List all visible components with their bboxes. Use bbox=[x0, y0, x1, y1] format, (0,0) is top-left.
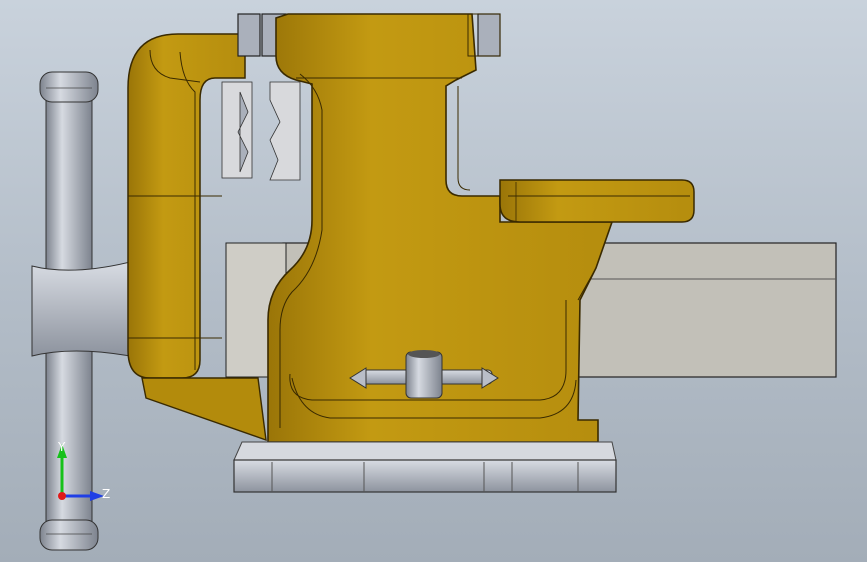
graphics-viewport[interactable]: Y Z bbox=[0, 0, 867, 562]
anvil[interactable] bbox=[499, 179, 695, 223]
x-axis-dot bbox=[58, 492, 66, 500]
sliding-jaw[interactable] bbox=[127, 33, 267, 442]
triad-y-label: Y bbox=[58, 440, 66, 454]
triad-z-label: Z bbox=[102, 487, 111, 501]
t-handle[interactable] bbox=[31, 71, 131, 551]
vise-model[interactable] bbox=[0, 0, 867, 562]
swivel-base[interactable] bbox=[233, 441, 617, 493]
